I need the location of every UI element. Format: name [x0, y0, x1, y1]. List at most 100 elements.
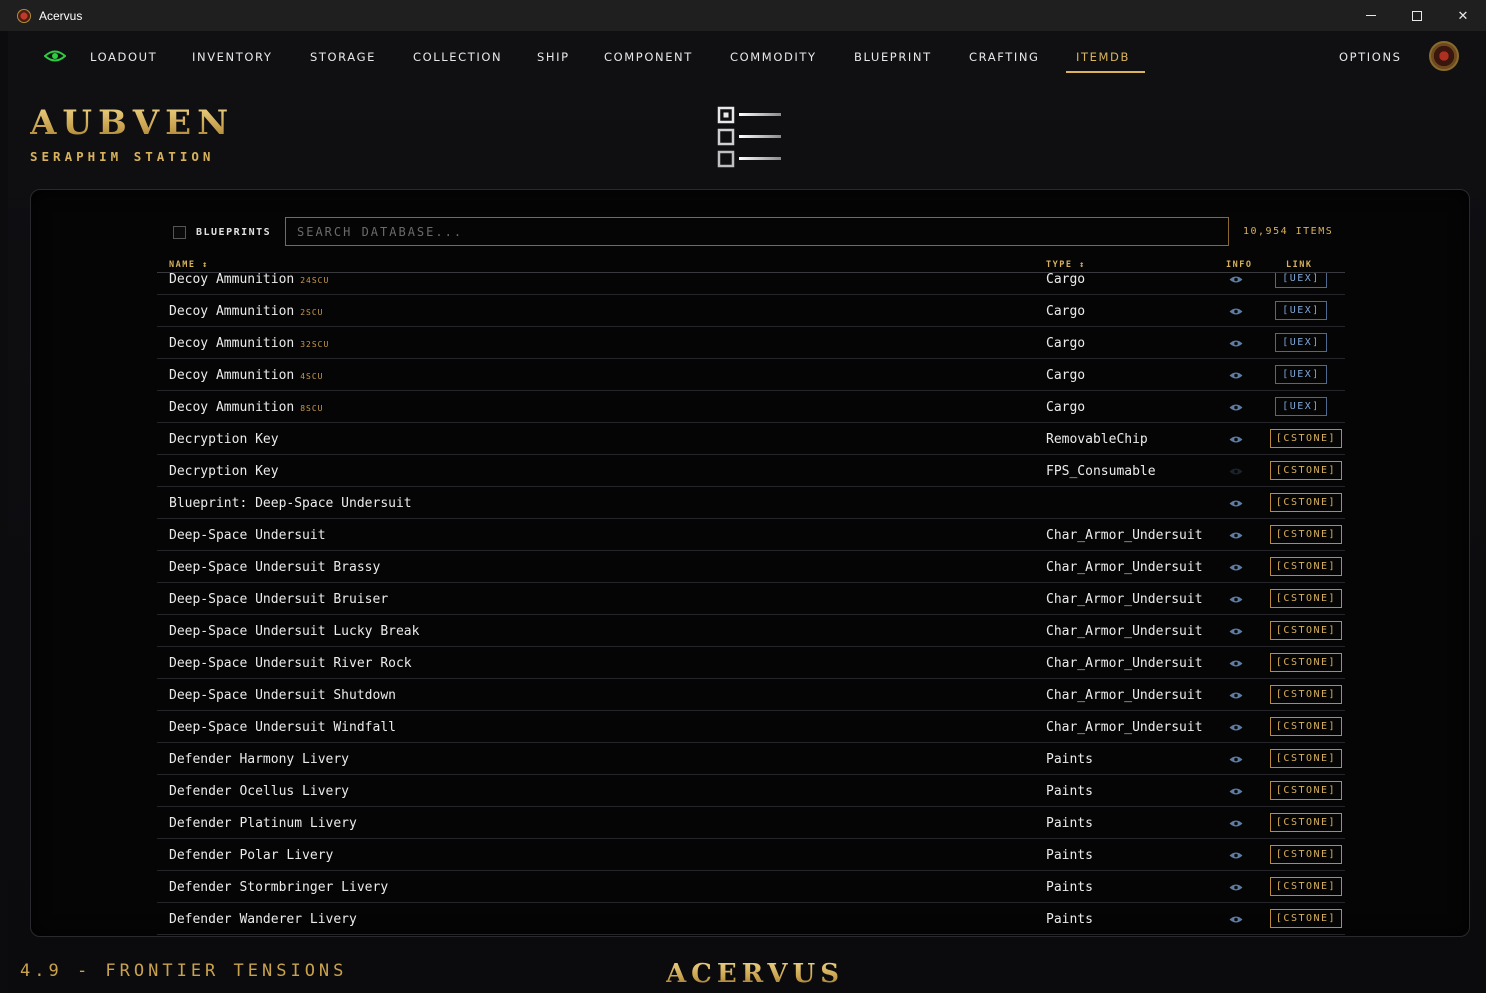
column-header-name[interactable]: NAME ↕ — [169, 260, 209, 270]
nav-item-component[interactable]: COMPONENT — [604, 50, 693, 64]
eye-icon[interactable] — [1229, 883, 1243, 892]
cstone-link-button[interactable]: [CSTONE] — [1270, 621, 1342, 640]
item-name-text: Decoy Ammunition — [169, 272, 295, 287]
table-row[interactable]: Decoy Ammunition 32SCU Cargo [UEX] — [157, 327, 1345, 359]
column-header-type[interactable]: TYPE ↕ — [1046, 260, 1086, 270]
cstone-link-button[interactable]: [CSTONE] — [1270, 685, 1342, 704]
table-row[interactable]: Deep-Space Undersuit Bruiser Char_Armor_U… — [157, 583, 1345, 615]
table-row[interactable]: Deep-Space Undersuit Lucky Break Char_Arm… — [157, 615, 1345, 647]
table-row[interactable]: Defender Harmony Livery Paints [CSTONE] — [157, 743, 1345, 775]
table-row[interactable]: Decoy Ammunition 2SCU Cargo [UEX] — [157, 295, 1345, 327]
item-name: Decoy Ammunition 32SCU — [169, 336, 329, 351]
item-size: 2SCU — [300, 308, 324, 317]
item-type: FPS_Consumable — [1046, 464, 1156, 479]
cstone-link-button[interactable]: [CSTONE] — [1270, 845, 1342, 864]
table-row[interactable]: Deep-Space Undersuit Windfall Char_Armor_… — [157, 711, 1345, 743]
cstone-link-button[interactable]: [CSTONE] — [1270, 653, 1342, 672]
eye-icon[interactable] — [1229, 915, 1243, 924]
cstone-link-button[interactable]: [CSTONE] — [1270, 557, 1342, 576]
eye-icon[interactable] — [1229, 499, 1243, 508]
item-name-text: Defender Polar Livery — [169, 848, 334, 863]
table-body: Decoy Ammunition 24SCU Cargo [UEX] Decoy Amm… — [157, 263, 1345, 935]
eye-icon[interactable] — [1229, 627, 1243, 636]
eye-icon[interactable] — [1229, 531, 1243, 540]
nav-item-commodity[interactable]: COMMODITY — [730, 50, 817, 64]
table-row[interactable]: Decoy Ammunition 8SCU Cargo [UEX] — [157, 391, 1345, 423]
options-button[interactable]: OPTIONS — [1339, 50, 1402, 64]
item-size: 24SCU — [300, 276, 330, 285]
item-type: Paints — [1046, 784, 1093, 799]
table-row[interactable]: Deep-Space Undersuit Shutdown Char_Armor_… — [157, 679, 1345, 711]
nav-item-crafting[interactable]: CRAFTING — [969, 50, 1040, 64]
eye-icon[interactable] — [1229, 307, 1243, 316]
nav-item-collection[interactable]: COLLECTION — [413, 50, 502, 64]
item-type: Cargo — [1046, 400, 1086, 415]
uex-link-button[interactable]: [UEX] — [1275, 301, 1327, 320]
table-row[interactable]: Deep-Space Undersuit River Rock Char_Armo… — [157, 647, 1345, 679]
column-header-info: INFO — [1226, 260, 1253, 270]
table-row[interactable]: Blueprint: Deep-Space Undersuit [CSTONE] — [157, 487, 1345, 519]
item-name: Decoy Ammunition 4SCU — [169, 368, 324, 383]
eye-icon[interactable] — [1229, 563, 1243, 572]
item-name-text: Deep-Space Undersuit — [169, 528, 326, 543]
nav-item-inventory[interactable]: INVENTORY — [192, 50, 273, 64]
item-type: Paints — [1046, 880, 1093, 895]
table-row[interactable]: Defender Polar Livery Paints [CSTONE] — [157, 839, 1345, 871]
uex-link-button[interactable]: [UEX] — [1275, 365, 1327, 384]
uex-link-button[interactable]: [UEX] — [1275, 397, 1327, 416]
item-name-text: Blueprint: Deep-Space Undersuit — [169, 496, 412, 511]
table-row[interactable]: Decoy Ammunition 4SCU Cargo [UEX] — [157, 359, 1345, 391]
nav-item-storage[interactable]: STORAGE — [310, 50, 376, 64]
item-name: Defender Polar Livery — [169, 848, 333, 863]
eye-icon[interactable] — [1229, 755, 1243, 764]
eye-icon[interactable] — [1229, 339, 1243, 348]
cstone-link-button[interactable]: [CSTONE] — [1270, 429, 1342, 448]
minimize-button[interactable] — [1348, 0, 1394, 31]
cstone-link-button[interactable]: [CSTONE] — [1270, 813, 1342, 832]
table-row[interactable]: Decryption Key RemovableChip [CSTONE] — [157, 423, 1345, 455]
cstone-link-button[interactable]: [CSTONE] — [1270, 461, 1342, 480]
eye-icon[interactable] — [1229, 723, 1243, 732]
eye-icon[interactable] — [1229, 659, 1243, 668]
table-row[interactable]: Deep-Space Undersuit Brassy Char_Armor_Un… — [157, 551, 1345, 583]
table-row[interactable]: Deep-Space Undersuit Char_Armor_Undersuit… — [157, 519, 1345, 551]
item-type: Paints — [1046, 848, 1093, 863]
table-row[interactable]: Defender Stormbringer Livery Paints [CSTON… — [157, 871, 1345, 903]
nav-item-itemdb[interactable]: ITEMDB — [1076, 50, 1130, 64]
eye-icon[interactable] — [1229, 595, 1243, 604]
cstone-link-button[interactable]: [CSTONE] — [1270, 717, 1342, 736]
cstone-link-button[interactable]: [CSTONE] — [1270, 493, 1342, 512]
cstone-link-button[interactable]: [CSTONE] — [1270, 525, 1342, 544]
eye-icon[interactable] — [1229, 819, 1243, 828]
item-name: Defender Wanderer Livery — [169, 912, 357, 927]
nav-item-blueprint[interactable]: BLUEPRINT — [854, 50, 932, 64]
table-row[interactable]: Defender Platinum Livery Paints [CSTONE] — [157, 807, 1345, 839]
eye-icon[interactable] — [1229, 403, 1243, 412]
table-row[interactable]: Defender Ocellus Livery Paints [CSTONE] — [157, 775, 1345, 807]
avatar[interactable] — [1429, 41, 1459, 71]
eye-icon[interactable] — [1229, 851, 1243, 860]
table-row[interactable]: Defender Wanderer Livery Paints [CSTONE] — [157, 903, 1345, 935]
version-label: 4.9 - FRONTIER TENSIONS — [20, 961, 348, 981]
cstone-link-button[interactable]: [CSTONE] — [1270, 589, 1342, 608]
eye-icon[interactable] — [1229, 467, 1243, 476]
blueprints-checkbox[interactable] — [173, 226, 186, 239]
cstone-link-button[interactable]: [CSTONE] — [1270, 749, 1342, 768]
search-input[interactable] — [285, 217, 1229, 246]
cstone-link-button[interactable]: [CSTONE] — [1270, 781, 1342, 800]
maximize-button[interactable] — [1394, 0, 1440, 31]
eye-icon[interactable] — [44, 48, 66, 64]
nav-item-loadout[interactable]: LOADOUT — [90, 50, 157, 64]
cstone-link-button[interactable]: [CSTONE] — [1270, 877, 1342, 896]
nav-item-ship[interactable]: SHIP — [537, 50, 570, 64]
uex-link-button[interactable]: [UEX] — [1275, 333, 1327, 352]
item-type: Cargo — [1046, 272, 1086, 287]
close-button[interactable]: ✕ — [1440, 0, 1486, 31]
eye-icon[interactable] — [1229, 691, 1243, 700]
cstone-link-button[interactable]: [CSTONE] — [1270, 909, 1342, 928]
eye-icon[interactable] — [1229, 435, 1243, 444]
table-row[interactable]: Decryption Key FPS_Consumable [CSTONE] — [157, 455, 1345, 487]
eye-icon[interactable] — [1229, 275, 1243, 284]
eye-icon[interactable] — [1229, 371, 1243, 380]
eye-icon[interactable] — [1229, 787, 1243, 796]
